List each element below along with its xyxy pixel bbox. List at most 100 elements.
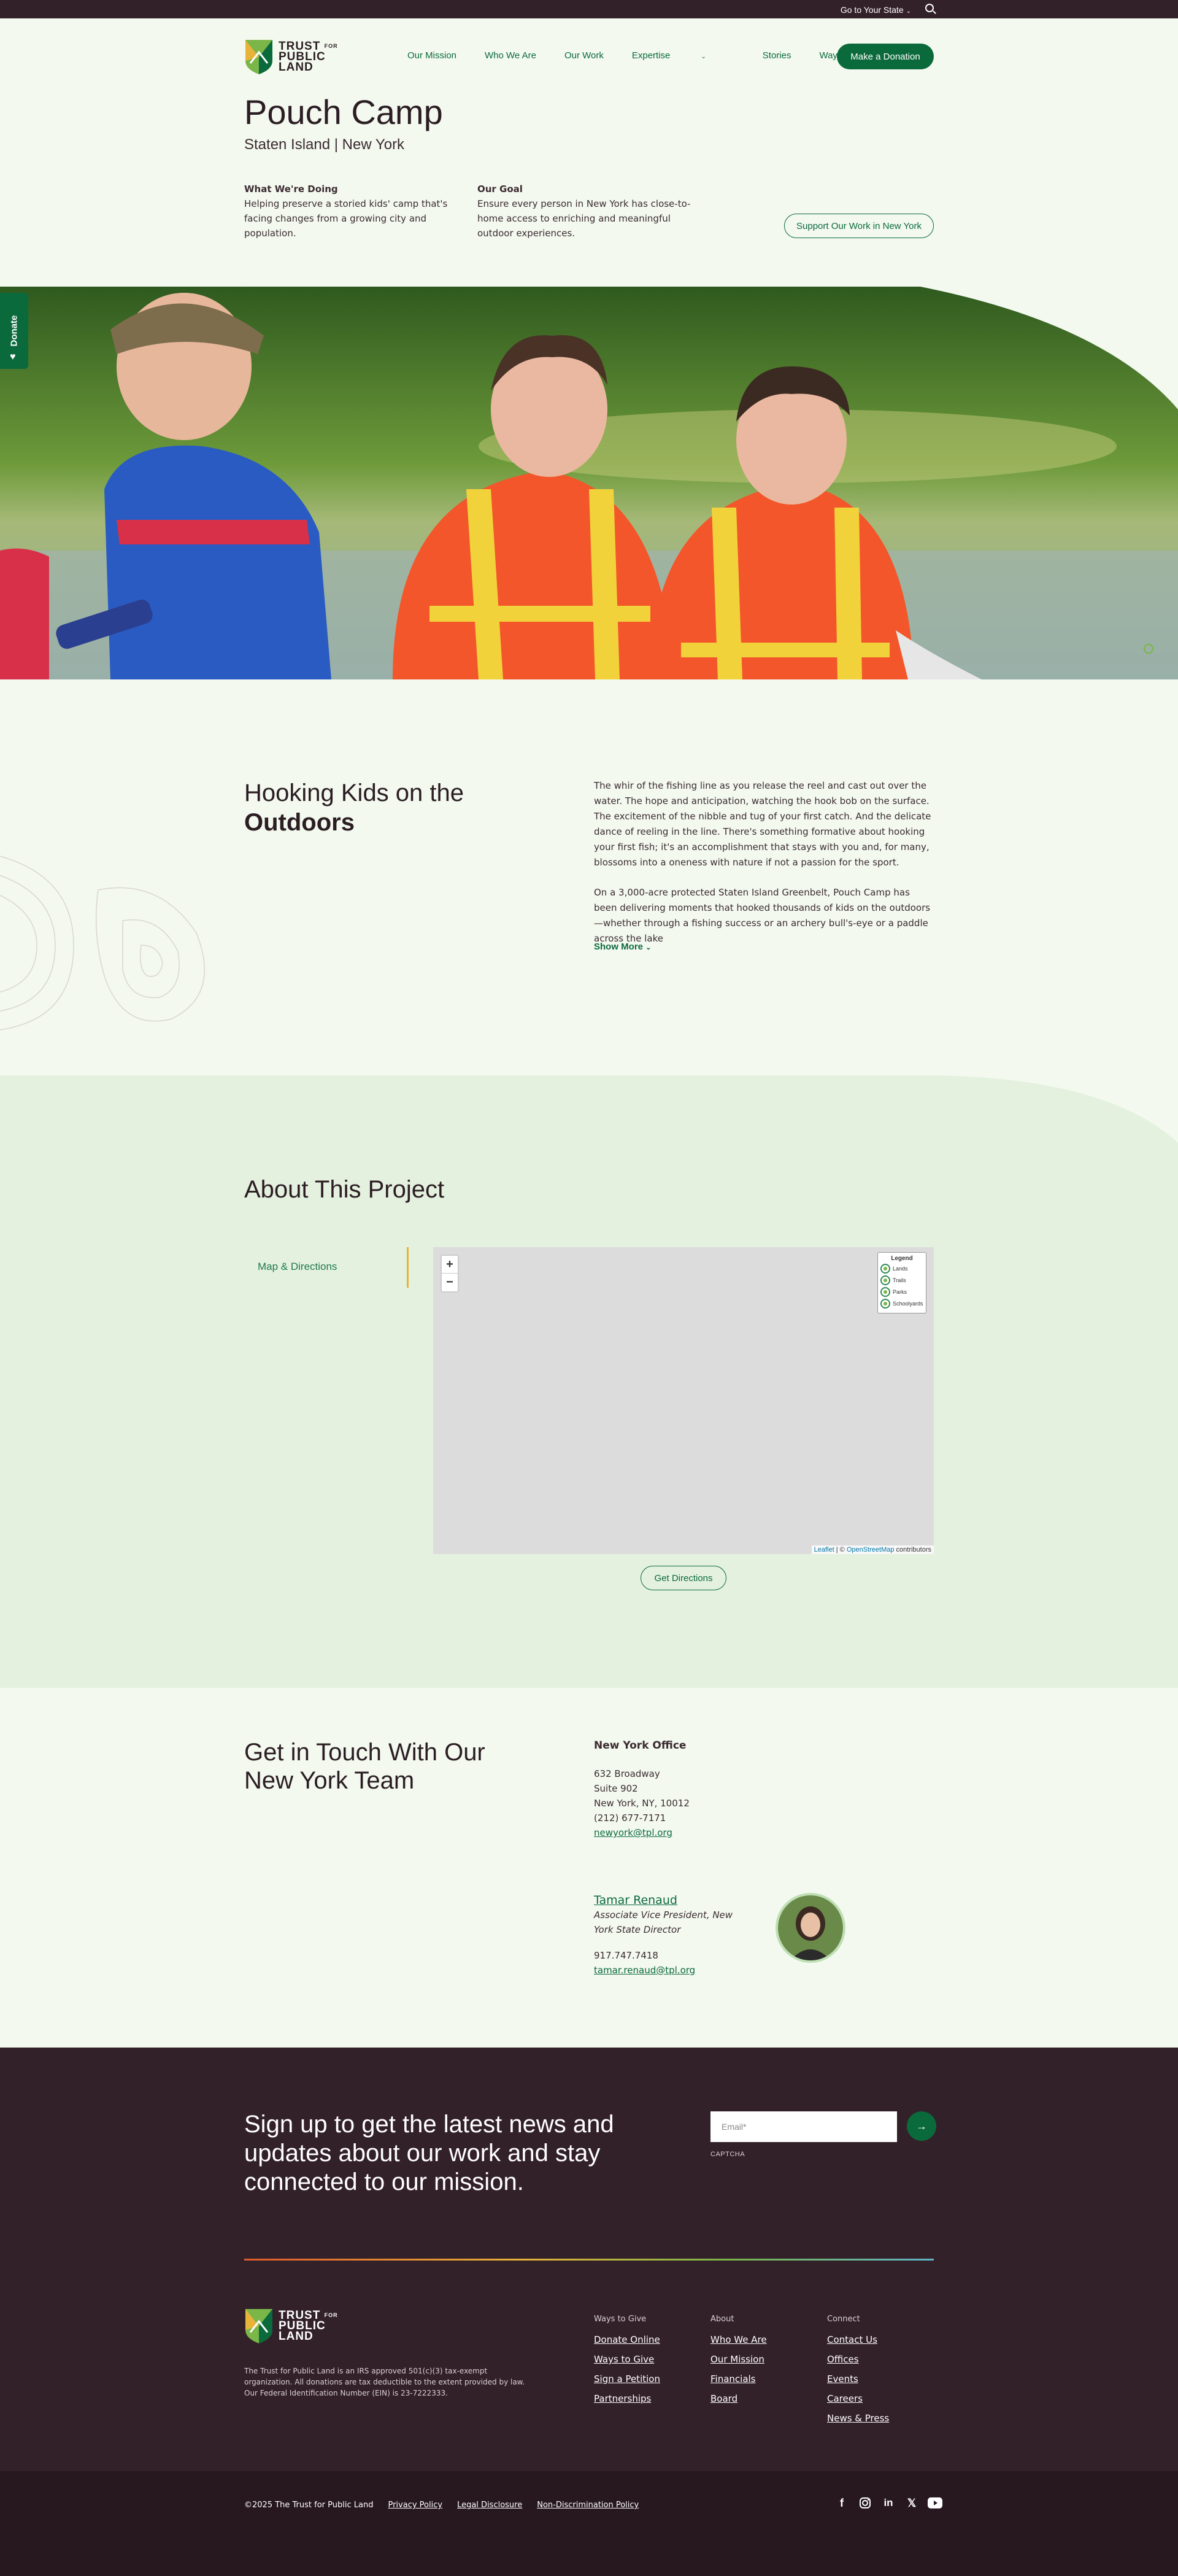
x-icon[interactable]: 𝕏 xyxy=(904,2496,919,2510)
openstreetmap-link[interactable]: OpenStreetMap xyxy=(847,1546,895,1553)
support-work-button[interactable]: Support Our Work in New York xyxy=(784,214,934,238)
legal-disclosure-link[interactable]: Legal Disclosure xyxy=(457,2501,522,2510)
avatar xyxy=(776,1893,845,1963)
footer-link[interactable]: Offices xyxy=(827,2350,889,2369)
footer-link[interactable]: Careers xyxy=(827,2389,889,2408)
footer-col-about: About Who We Are Our Mission Financials … xyxy=(710,2313,767,2408)
office-phone: (212) 677-7171 xyxy=(594,1812,666,1824)
logo-mark-icon xyxy=(245,40,272,74)
project-map[interactable]: + − Legend Lands Trails Parks Schoolyard… xyxy=(433,1247,934,1554)
search-icon[interactable] xyxy=(925,4,934,12)
privacy-policy-link[interactable]: Privacy Policy xyxy=(388,2501,442,2510)
footer-link[interactable]: Events xyxy=(827,2369,889,2389)
person-role: Associate Vice President, New York State… xyxy=(594,1909,733,1935)
zoom-out-button[interactable]: − xyxy=(442,1274,458,1291)
legend-item: Trails xyxy=(880,1275,923,1285)
what-we-are-doing: What We're Doing Helping preserve a stor… xyxy=(244,182,471,241)
linkedin-icon[interactable]: in xyxy=(881,2496,896,2510)
schoolyards-icon xyxy=(880,1299,890,1309)
address-line: 632 Broadway xyxy=(594,1768,660,1779)
captcha-label: CAPTCHA xyxy=(710,2151,745,2158)
top-bar: Go to Your State ⌄ xyxy=(0,0,1178,18)
main-nav: Our Mission Who We Are Our Work Expertis… xyxy=(407,50,902,61)
footer-link[interactable]: Ways to Give xyxy=(594,2350,660,2369)
doing-heading: What We're Doing xyxy=(244,184,338,195)
attribution-separator: | © xyxy=(834,1546,847,1553)
legend-title: Legend xyxy=(891,1255,913,1262)
logo[interactable]: TRUST FOR PUBLIC LAND xyxy=(244,38,355,75)
map-attribution: Leaflet | © OpenStreetMap contributors xyxy=(811,1545,934,1554)
about-heading: About This Project xyxy=(244,1176,445,1203)
contact-person: Tamar Renaud Associate Vice President, N… xyxy=(594,1893,753,1978)
footer-col-connect: Connect Contact Us Offices Events Career… xyxy=(827,2313,889,2428)
submit-arrow-icon[interactable]: → xyxy=(907,2111,936,2141)
parks-icon xyxy=(880,1287,890,1297)
office-email-link[interactable]: newyork@tpl.org xyxy=(594,1827,672,1838)
state-selector[interactable]: Go to Your State ⌄ xyxy=(841,5,911,15)
page-title: Pouch Camp xyxy=(244,93,443,131)
nav-stories[interactable]: Stories xyxy=(763,50,791,61)
person-name-link[interactable]: Tamar Renaud xyxy=(594,1893,753,1908)
footer-col-heading: Ways to Give xyxy=(594,2315,647,2324)
hook-body: The whir of the fishing line as you rele… xyxy=(594,778,935,946)
get-directions-button[interactable]: Get Directions xyxy=(641,1566,726,1590)
footer-link[interactable]: Donate Online xyxy=(594,2330,660,2350)
footer-link[interactable]: Sign a Petition xyxy=(594,2369,660,2389)
address-line: Suite 902 xyxy=(594,1783,638,1794)
footer-link[interactable]: Board xyxy=(710,2389,767,2408)
facebook-icon[interactable]: f xyxy=(834,2496,849,2510)
non-discrimination-link[interactable]: Non-Discrimination Policy xyxy=(537,2501,639,2510)
legend-item-label: Trails xyxy=(893,1277,906,1283)
side-donate-tab[interactable]: Donate ♥ xyxy=(0,293,28,369)
instagram-icon[interactable] xyxy=(858,2496,872,2510)
person-email-link[interactable]: tamar.renaud@tpl.org xyxy=(594,1965,695,1976)
show-more-label: Show More xyxy=(594,942,644,952)
logo-mark-icon xyxy=(245,2309,272,2343)
footer-link[interactable]: News & Press xyxy=(827,2408,889,2428)
legend-item: Lands xyxy=(880,1264,923,1274)
chevron-down-icon: ⌄ xyxy=(906,8,911,15)
hook-heading: Hooking Kids on the Outdoors xyxy=(244,778,464,837)
topographic-decoration xyxy=(0,856,206,1031)
footer-col-heading: About xyxy=(710,2315,734,2324)
legend-item: Parks xyxy=(880,1287,923,1297)
address-line: New York, NY, 10012 xyxy=(594,1798,690,1809)
doing-text: Helping preserve a storied kids' camp th… xyxy=(244,198,448,239)
map-legend: Legend Lands Trails Parks Schoolyards xyxy=(877,1252,926,1313)
legend-item: Schoolyards xyxy=(880,1299,923,1309)
chevron-down-icon: ⌄ xyxy=(701,53,706,60)
footer-link[interactable]: Partnerships xyxy=(594,2389,660,2408)
nav-our-mission[interactable]: Our Mission xyxy=(407,50,456,61)
hero-image xyxy=(0,287,1178,679)
make-donation-button[interactable]: Make a Donation xyxy=(837,44,934,69)
email-input[interactable]: Email* xyxy=(710,2111,897,2142)
nav-expertise[interactable]: Expertise ⌄ xyxy=(632,50,734,61)
office-info: New York Office 632 Broadway Suite 902 N… xyxy=(594,1738,690,1840)
nav-who-we-are[interactable]: Who We Are xyxy=(485,50,536,61)
goal-text: Ensure every person in New York has clos… xyxy=(477,198,691,239)
footer-link[interactable]: Our Mission xyxy=(710,2350,767,2369)
footer-logo[interactable]: TRUST FOR PUBLIC LAND xyxy=(244,2308,338,2343)
attribution-tail: contributors xyxy=(894,1546,931,1553)
side-donate-label: Donate xyxy=(9,315,20,347)
zoom-in-button[interactable]: + xyxy=(442,1256,458,1274)
hook-paragraph-2: On a 3,000-acre protected Staten Island … xyxy=(594,887,931,944)
footer: Sign up to get the latest news and updat… xyxy=(0,2048,1178,2471)
divider xyxy=(244,2259,934,2261)
footer-link[interactable]: Financials xyxy=(710,2369,767,2389)
our-goal: Our Goal Ensure every person in New York… xyxy=(477,182,698,241)
goal-heading: Our Goal xyxy=(477,184,523,195)
footer-link[interactable]: Contact Us xyxy=(827,2330,889,2350)
irs-statement: The Trust for Public Land is an IRS appr… xyxy=(244,2367,525,2397)
chevron-down-icon: ⌄ xyxy=(645,944,652,951)
tab-map-directions[interactable]: Map & Directions xyxy=(244,1247,409,1288)
hook-heading-line2: Outdoors xyxy=(244,809,355,836)
leaflet-link[interactable]: Leaflet xyxy=(814,1546,834,1553)
footer-link[interactable]: Who We Are xyxy=(710,2330,767,2350)
show-more-link[interactable]: Show More ⌄ xyxy=(594,942,651,952)
nav-expertise-label: Expertise xyxy=(631,50,671,61)
nav-our-work[interactable]: Our Work xyxy=(564,50,604,61)
logo-text: TRUST FOR PUBLIC LAND xyxy=(279,2308,338,2343)
youtube-icon[interactable] xyxy=(928,2496,942,2510)
copyright-text: ©2025 The Trust for Public Land xyxy=(244,2501,374,2510)
